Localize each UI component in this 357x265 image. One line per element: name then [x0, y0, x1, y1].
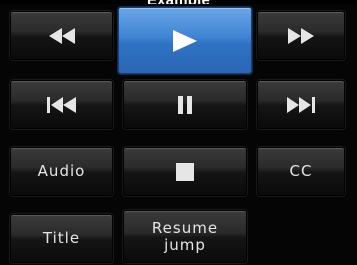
skip-next-icon: [287, 96, 315, 113]
skip-next-button[interactable]: [257, 80, 345, 129]
audio-button[interactable]: Audio: [10, 147, 113, 196]
title-button[interactable]: Title: [10, 214, 113, 263]
pause-button[interactable]: [123, 80, 247, 129]
title-button-label: Title: [42, 229, 81, 247]
resume-jump-button[interactable]: Resume jump: [123, 210, 247, 263]
play-icon: [173, 29, 197, 52]
cc-button-label: CC: [289, 162, 313, 180]
skip-previous-icon: [46, 96, 76, 113]
fast-forward-icon: [288, 27, 314, 44]
pause-icon: [178, 95, 192, 114]
fast-forward-button[interactable]: [257, 11, 345, 60]
stop-icon: [176, 162, 194, 181]
skip-previous-button[interactable]: [10, 80, 113, 129]
rewind-icon: [48, 27, 75, 44]
cc-button[interactable]: CC: [257, 147, 345, 196]
audio-button-label: Audio: [37, 162, 86, 180]
resume-jump-label-line2: jump: [164, 235, 206, 254]
rewind-button[interactable]: [10, 11, 113, 60]
remote-control-panel: Audio CC Title Resume jump: [0, 4, 357, 265]
play-button[interactable]: [118, 7, 252, 74]
stop-button[interactable]: [123, 147, 247, 196]
resume-jump-label-line1: Resume: [151, 218, 219, 237]
